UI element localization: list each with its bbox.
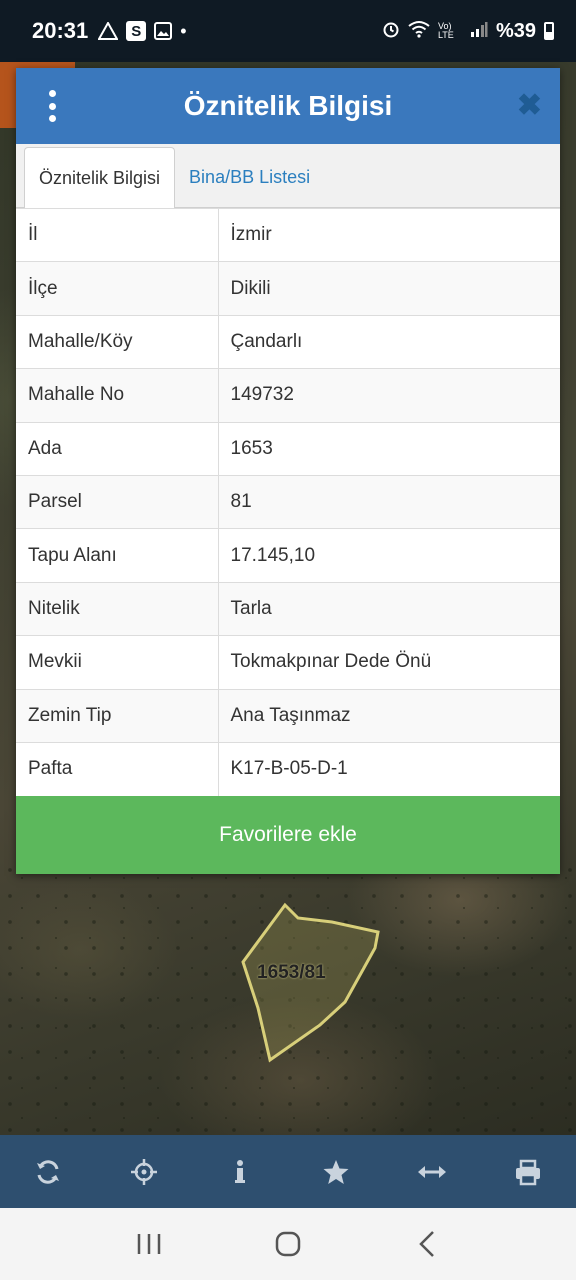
network-label: Vo) LTE: [437, 21, 454, 40]
battery-icon: [544, 22, 554, 40]
table-row: Pafta K17-B-05-D-1: [16, 741, 560, 796]
table-row: Mevkii Tokmakpınar Dede Önü: [16, 635, 560, 690]
attribute-value: Dikili: [218, 261, 560, 316]
warning-triangle-icon: [98, 22, 119, 40]
table-row: Mahalle/Köy Çandarlı: [16, 314, 560, 369]
table-row: Nitelik Tarla: [16, 581, 560, 636]
attribute-value: 17.145,10: [218, 528, 560, 583]
table-row: Mahalle No 149732: [16, 368, 560, 423]
attribute-key: Ada: [16, 421, 219, 476]
home-icon[interactable]: [258, 1219, 318, 1269]
attribute-table: İl İzmir İlçe Dikili Mahalle/Köy Çandarlı M…: [16, 207, 560, 796]
info-icon[interactable]: [218, 1150, 262, 1194]
attribute-key: Mahalle/Köy: [16, 314, 219, 369]
star-icon[interactable]: [314, 1150, 358, 1194]
parcel-label: 1653/81: [257, 962, 326, 983]
locate-icon[interactable]: [122, 1150, 166, 1194]
table-row: Zemin Tip Ana Taşınmaz: [16, 688, 560, 743]
table-row: Parsel 81: [16, 474, 560, 529]
dialog-title: Öznitelik Bilgisi: [183, 90, 393, 121]
recent-apps-icon[interactable]: [119, 1219, 179, 1269]
status-time: 20:31: [32, 18, 89, 43]
attribute-key: Zemin Tip: [16, 688, 219, 743]
dialog-header: Öznitelik Bilgisi ✖: [16, 68, 560, 144]
status-bar: 20:31 S • Vo) LTE %39: [0, 0, 576, 62]
close-icon[interactable]: ✖: [517, 88, 542, 124]
attribute-value: Tarla: [218, 581, 560, 636]
battery-level: %39: [495, 19, 536, 42]
parcel-outline[interactable]: [240, 900, 390, 1070]
system-nav-bar: [0, 1208, 576, 1280]
attribute-value: Tokmakpınar Dede Önü: [218, 635, 560, 690]
attribute-key: Mevkii: [16, 635, 219, 690]
attribute-key: İl: [16, 207, 219, 262]
attribute-value: K17-B-05-D-1: [218, 741, 560, 796]
gallery-icon: [154, 22, 173, 40]
table-row: Ada 1653: [16, 421, 560, 476]
attribute-dialog: Öznitelik Bilgisi ✖ Öznitelik Bilgisi Bi…: [16, 68, 560, 874]
s-app-icon: S: [126, 21, 147, 41]
wifi-icon: [408, 20, 430, 43]
print-icon[interactable]: [506, 1150, 550, 1194]
attribute-value: 81: [218, 474, 560, 529]
refresh-icon[interactable]: [26, 1150, 70, 1194]
tab-bar: Öznitelik Bilgisi Bina/BB Listesi: [16, 144, 560, 208]
tab-building-list[interactable]: Bina/BB Listesi: [175, 147, 324, 207]
attribute-value: 1653: [218, 421, 560, 476]
table-row: İlçe Dikili: [16, 261, 560, 316]
attribute-value: İzmir: [218, 207, 560, 262]
back-icon[interactable]: [397, 1219, 457, 1269]
attribute-value: Ana Taşınmaz: [218, 688, 560, 743]
more-vertical-icon[interactable]: [42, 90, 62, 122]
measure-icon[interactable]: [410, 1150, 454, 1194]
table-row: İl İzmir: [16, 207, 560, 262]
alarm-icon: [382, 20, 400, 43]
signal-icon: [470, 21, 488, 42]
attribute-key: Tapu Alanı: [16, 528, 219, 583]
notification-dot: •: [180, 20, 187, 41]
map-toolbar: [0, 1135, 576, 1208]
attribute-key: Mahalle No: [16, 368, 219, 423]
add-to-favorites-button[interactable]: Favorilere ekle: [16, 795, 560, 874]
attribute-key: İlçe: [16, 261, 219, 316]
attribute-key: Pafta: [16, 741, 219, 796]
attribute-value: Çandarlı: [218, 314, 560, 369]
attribute-key: Parsel: [16, 474, 219, 529]
attribute-key: Nitelik: [16, 581, 219, 636]
tab-attribute-info[interactable]: Öznitelik Bilgisi: [24, 147, 176, 208]
table-row: Tapu Alanı 17.145,10: [16, 528, 560, 583]
status-right-group: Vo) LTE %39: [382, 20, 554, 43]
attribute-value: 149732: [218, 368, 560, 423]
